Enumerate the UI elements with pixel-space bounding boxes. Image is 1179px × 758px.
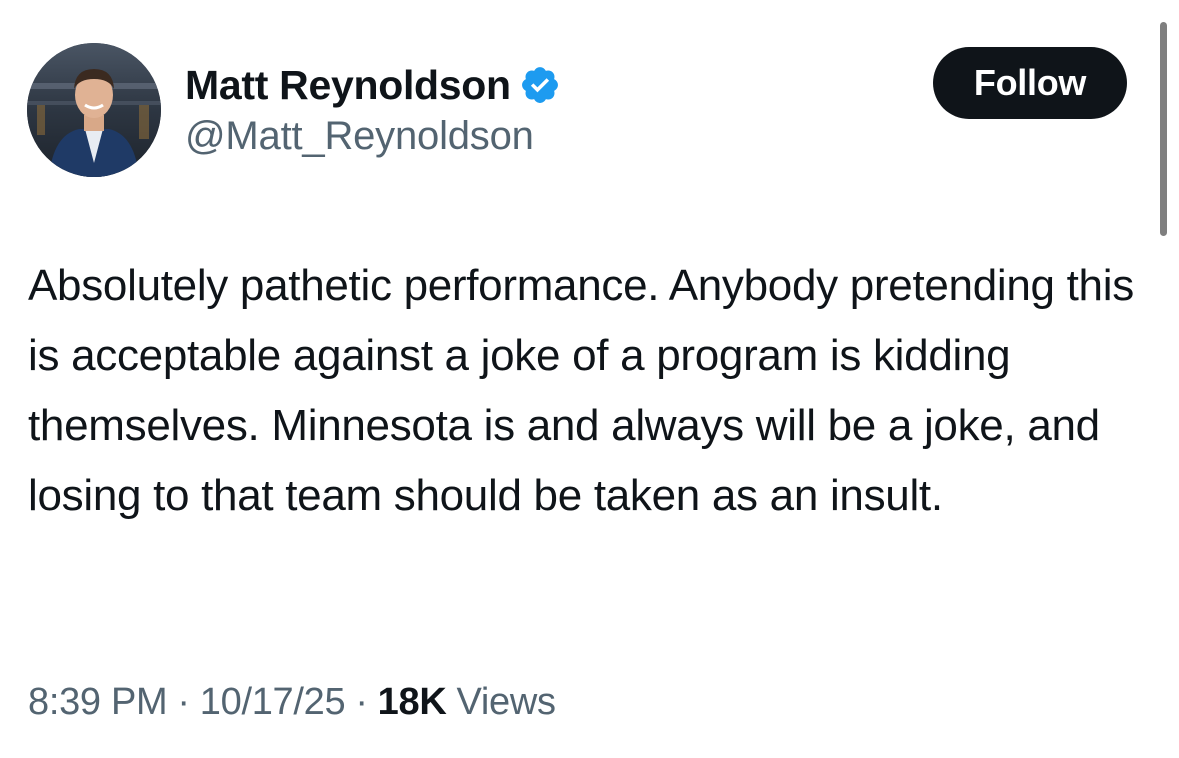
tweet-date[interactable]: 10/17/25 <box>200 681 346 724</box>
avatar[interactable] <box>27 43 161 177</box>
scrollbar[interactable] <box>1160 22 1167 236</box>
tweet-text: Absolutely pathetic performance. Anybody… <box>28 261 1146 520</box>
author-display-name[interactable]: Matt Reynoldson <box>185 62 511 109</box>
tweet-time[interactable]: 8:39 PM <box>28 681 168 724</box>
views-count: 18K <box>377 680 447 723</box>
author-handle[interactable]: @Matt_Reynoldson <box>185 114 534 159</box>
separator: · <box>177 680 190 723</box>
verified-badge-icon[interactable] <box>519 64 561 106</box>
follow-button[interactable]: Follow <box>933 47 1127 119</box>
author-name-row[interactable]: Matt Reynoldson <box>185 60 561 110</box>
separator: · <box>355 680 368 723</box>
tweet-metadata: 8:39 PM · 10/17/25 · 18K Views <box>28 676 556 728</box>
views-label: Views <box>456 680 556 723</box>
